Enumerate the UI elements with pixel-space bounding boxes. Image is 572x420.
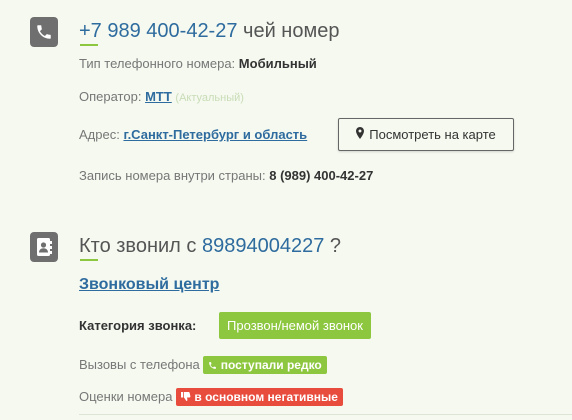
phone-heading-suffix: чей номер: [243, 20, 340, 42]
domestic-format-value: 8 (989) 400-42-27: [269, 168, 374, 183]
ratings-badge: в основном негативные: [176, 388, 343, 406]
number-type-label: Тип телефонного номера:: [79, 56, 236, 71]
caller-heading-number: 89894004227: [201, 235, 325, 257]
phone-heading: +7 989 400-42-27 чей номер: [79, 20, 339, 43]
operator-row: Оператор: МТТ (Актуальный): [79, 89, 244, 104]
calls-frequency-text: поступали редко: [220, 358, 322, 372]
map-marker-icon: [356, 127, 365, 142]
calls-label: Вызовы с телефона: [79, 357, 200, 372]
heading-underline: [80, 259, 98, 261]
section-divider: [79, 414, 572, 415]
address-label: Адрес:: [79, 127, 120, 142]
caller-heading-prefix: Кто звонил с: [79, 235, 197, 257]
view-on-map-button[interactable]: Посмотреть на карте: [338, 118, 514, 151]
calls-frequency-badge: поступали редко: [203, 356, 327, 374]
thumbs-down-icon: [181, 390, 194, 404]
domestic-format-label: Запись номера внутри страны:: [79, 168, 266, 183]
domestic-format-row: Запись номера внутри страны: 8 (989) 400…: [79, 168, 373, 183]
call-category-label: Категория звонка:: [79, 318, 197, 333]
caller-name-link[interactable]: Звонковый центр: [79, 276, 219, 294]
phone-icon: [208, 358, 220, 372]
address-row: Адрес: г.Санкт-Петербург и область: [79, 127, 307, 142]
heading-underline: [80, 44, 98, 46]
call-category-badge: Прозвон/немой звонок: [219, 312, 371, 339]
phone-number: +7 989 400-42-27: [79, 20, 238, 42]
view-on-map-label: Посмотреть на карте: [369, 127, 496, 142]
ratings-badge-text: в основном негативные: [194, 390, 338, 404]
phone-icon: [30, 17, 58, 47]
number-type-row: Тип телефонного номера: Мобильный: [79, 56, 317, 71]
ratings-row: Оценки номера в основном негативные: [79, 388, 343, 406]
operator-link[interactable]: МТТ: [145, 89, 172, 104]
address-link[interactable]: г.Санкт-Петербург и область: [123, 127, 307, 142]
address-book-icon: [30, 232, 58, 262]
caller-heading-suffix: ?: [329, 235, 342, 257]
calls-row: Вызовы с телефона поступали редко: [79, 356, 327, 374]
operator-status: (Актуальный): [175, 92, 244, 104]
caller-heading: Кто звонил с 89894004227 ?: [79, 235, 341, 258]
ratings-label: Оценки номера: [79, 389, 173, 404]
call-category-row: Категория звонка:: [79, 318, 196, 333]
number-type-value: Мобильный: [238, 56, 317, 71]
operator-label: Оператор:: [79, 89, 142, 104]
